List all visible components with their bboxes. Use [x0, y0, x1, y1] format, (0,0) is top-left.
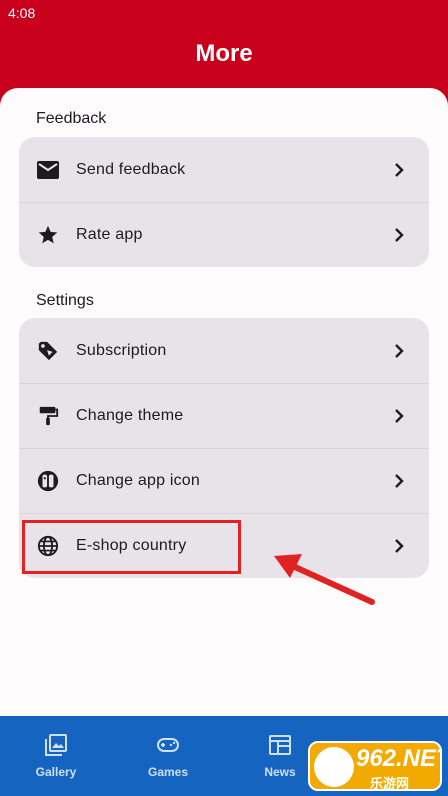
subscription-label: Subscription [76, 341, 167, 359]
chevron-right-icon [395, 539, 404, 553]
section-title-feedback: Feedback [36, 110, 107, 127]
nav-games-label: Games [147, 765, 189, 779]
change-app-icon-item[interactable]: Change app icon [19, 448, 429, 513]
watermark-subtext: 乐游网 [370, 776, 410, 791]
feedback-card: Send feedback Rate app [19, 137, 429, 267]
change-theme-item[interactable]: Change theme [19, 383, 429, 448]
mail-icon [37, 159, 59, 181]
send-feedback-label: Send feedback [76, 160, 186, 178]
paint-roller-icon [37, 405, 59, 427]
switch-console-icon [37, 470, 59, 492]
chevron-right-icon [395, 409, 404, 423]
gamepad-icon [157, 738, 179, 752]
status-bar: 4:08 [0, 0, 448, 26]
gallery-icon [45, 734, 67, 756]
send-feedback-item[interactable]: Send feedback [19, 137, 429, 202]
star-icon [37, 224, 59, 246]
nav-gallery[interactable]: Gallery [0, 716, 112, 796]
nav-gallery-label: Gallery [35, 765, 77, 779]
chevron-right-icon [395, 343, 404, 358]
page-title: More [195, 40, 253, 67]
section-title-settings: Settings [36, 292, 94, 309]
status-time: 4:08 [8, 5, 36, 21]
change-theme-label: Change theme [76, 407, 184, 424]
annotation-arrow-icon [274, 554, 375, 605]
chevron-right-icon [395, 162, 404, 177]
nav-games[interactable]: Games [112, 716, 224, 796]
nav-news-label: News [264, 765, 296, 779]
rate-app-item[interactable]: Rate app [19, 202, 429, 267]
watermark-logo: 962.NET 乐游网 [308, 741, 442, 791]
chevron-right-icon [395, 228, 404, 242]
watermark-emblem-icon [314, 747, 354, 787]
highlight-annotation-box [22, 520, 241, 574]
tag-icon [37, 340, 59, 362]
chevron-right-icon [395, 474, 404, 488]
news-icon [269, 735, 291, 755]
watermark-text: 962.NET [356, 745, 442, 772]
change-app-icon-label: Change app icon [76, 472, 200, 489]
subscription-item[interactable]: Subscription [19, 318, 429, 383]
rate-app-label: Rate app [76, 226, 143, 243]
